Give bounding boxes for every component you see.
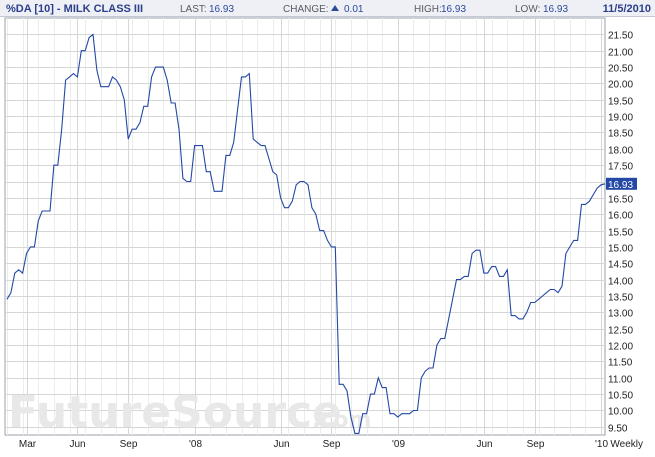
y-tick-label: 14.50	[608, 260, 633, 271]
svg-text:.com: .com	[312, 408, 371, 433]
y-tick-label: 16.50	[608, 195, 633, 206]
x-tick-label: Jun	[69, 439, 85, 450]
last-value-tag-label: 16.93	[608, 180, 633, 191]
y-tick-label: 11.00	[608, 375, 633, 386]
y-tick-label: 18.00	[608, 146, 633, 157]
x-tick-label: Mar	[19, 439, 37, 450]
y-tick-label: 9.50	[608, 424, 628, 435]
quote-date: 11/5/2010	[603, 3, 651, 15]
y-tick-label: 18.50	[608, 129, 633, 140]
change-label: CHANGE:	[283, 4, 329, 15]
y-tick-label: 16.00	[608, 211, 633, 222]
y-tick-label: 17.50	[608, 162, 633, 173]
y-tick-label: 20.50	[608, 64, 633, 75]
last-value: 16.93	[209, 4, 234, 15]
x-axis: MarJunSep'08JunSep'09JunSep'10JunSep	[19, 439, 609, 450]
y-tick-label: 11.50	[608, 358, 633, 369]
y-tick-label: 13.50	[608, 293, 633, 304]
y-tick-label: 14.00	[608, 277, 633, 288]
y-tick-label: 21.00	[608, 48, 633, 59]
y-tick-label: 20.00	[608, 80, 633, 91]
y-tick-label: 19.50	[608, 97, 633, 108]
y-tick-label: 21.50	[608, 31, 633, 42]
low-value: 16.93	[543, 4, 568, 15]
y-tick-label: 13.00	[608, 309, 633, 320]
x-tick-label: Sep	[120, 439, 138, 450]
y-tick-label: 12.50	[608, 326, 633, 337]
price-chart: %DA [10] - MILK CLASS III LAST: 16.93 CH…	[0, 0, 655, 450]
x-tick-label: Jun	[273, 439, 289, 450]
high-value: 16.93	[441, 4, 466, 15]
x-tick-label: Jun	[476, 439, 492, 450]
y-tick-label: 15.50	[608, 228, 633, 239]
frequency-label: Weekly	[610, 439, 643, 450]
y-tick-label: 10.00	[608, 407, 633, 418]
y-tick-label: 12.00	[608, 342, 633, 353]
change-value: 0.01	[344, 4, 364, 15]
y-axis: 9.50 10.00 10.50 11.00 11.50 12.00 12.50 13.00 1…	[608, 31, 633, 435]
x-tick-label: Sep	[527, 439, 545, 450]
y-tick-label: 19.00	[608, 113, 633, 124]
symbol-title: %DA [10] - MILK CLASS III	[6, 3, 143, 15]
x-tick-label: Sep	[323, 439, 341, 450]
last-value-tag: 16.93	[606, 177, 637, 191]
x-tick-label: '08	[189, 439, 202, 450]
y-tick-label: 15.00	[608, 244, 633, 255]
high-label: HIGH:	[414, 4, 442, 15]
chart-container: %DA [10] - MILK CLASS III LAST: 16.93 CH…	[0, 0, 655, 452]
x-tick-label: '10	[595, 439, 608, 450]
futuresource-watermark-logo: FutureSource .com	[8, 387, 371, 438]
y-tick-label: 10.50	[608, 391, 633, 402]
svg-text:FutureSource: FutureSource	[8, 387, 342, 438]
low-label: LOW:	[515, 4, 540, 15]
x-tick-label: '09	[392, 439, 405, 450]
last-label: LAST:	[180, 4, 207, 15]
